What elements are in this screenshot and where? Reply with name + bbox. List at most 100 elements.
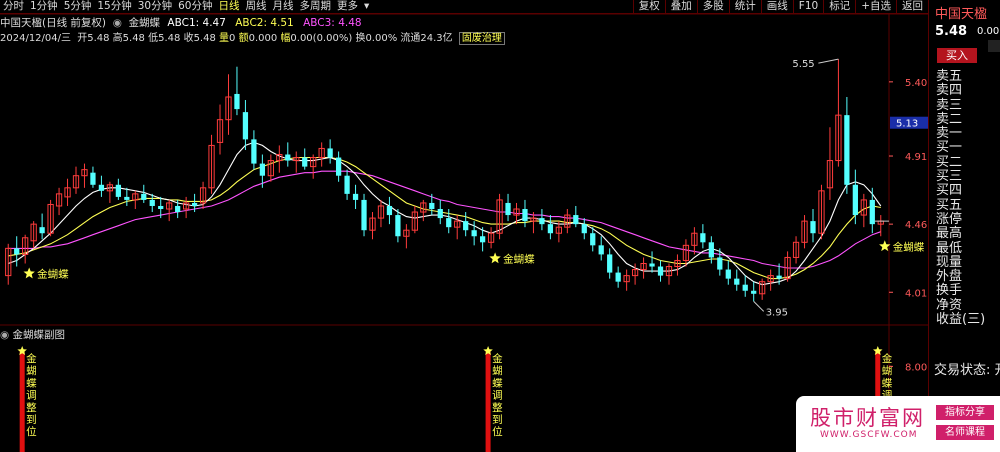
order-book-row: 买三 [936, 169, 963, 185]
tab-15min[interactable]: 15分钟 [94, 0, 134, 13]
float-value: 24.3亿 [420, 33, 453, 44]
candle-body [318, 147, 325, 159]
candle-body [225, 96, 232, 121]
candle-body [573, 215, 579, 225]
y-axis-tick-label: 4.46 [905, 220, 927, 231]
candle-body [674, 259, 681, 268]
candle-body [479, 236, 486, 243]
tab-more[interactable]: 更多 [334, 0, 361, 13]
stock-title: 中国天楹(日线 前复权) [0, 17, 107, 29]
sub-toggle-icon[interactable]: ◉ [0, 329, 9, 341]
candle-body [792, 241, 800, 258]
candle-body [852, 184, 858, 216]
tab-5min[interactable]: 5分钟 [61, 0, 95, 13]
order-book: 卖五 卖四 卖三 卖二 卖一 买一 买二 买三 买四 买五 涨停 最高 最低 现… [936, 69, 985, 327]
panel-scroll-up-icon[interactable] [988, 40, 1000, 52]
order-book-row: 净资 [936, 297, 963, 313]
price-marker-label: 5.13 [896, 119, 918, 130]
tab-monthly[interactable]: 月线 [270, 0, 297, 13]
adjust-button[interactable]: 复权 [632, 0, 665, 13]
candle-body [285, 154, 291, 161]
candle-body [471, 230, 477, 237]
abc1-label: ABC1: [167, 17, 200, 29]
indicator-toggle-icon[interactable]: ◉ [109, 17, 125, 29]
order-book-row: 最高 [936, 226, 963, 242]
price-marker [890, 116, 928, 129]
candle-body [259, 163, 265, 176]
candle-body [208, 144, 215, 189]
candle-body [183, 202, 190, 210]
watermark-brand: 股市财富网 [810, 406, 925, 430]
mark-button[interactable]: 标记 [823, 0, 855, 13]
more-dropdown-icon[interactable]: ▾ [361, 0, 372, 13]
signal-text-char: 蝶 [26, 376, 37, 389]
candle-body [115, 184, 121, 197]
candle-body [47, 203, 54, 234]
tab-daily[interactable]: 日线 [216, 0, 243, 13]
statistics-button[interactable]: 统计 [728, 0, 761, 13]
signal-marker-icon [17, 346, 27, 355]
signal-text-char: 到 [492, 414, 503, 426]
signal-text-char: 蝶 [492, 376, 503, 389]
high-label: 高 [112, 33, 123, 44]
back-button[interactable]: 返回 [896, 0, 928, 13]
tab-60min[interactable]: 60分钟 [175, 0, 215, 13]
candle-body [191, 202, 198, 206]
candle-body [386, 205, 393, 216]
candle-body [90, 172, 96, 185]
panel-change: 0.00 [977, 26, 1000, 37]
sector-tag[interactable]: 固废治理 [458, 32, 505, 45]
chart-toolbar: 分时 1分钟 5分钟 15分钟 30分钟 60分钟 日线 周线 月线 多周期 更… [0, 0, 928, 14]
open-label: 开 [77, 33, 88, 44]
candle-body [607, 254, 613, 273]
candle-body [81, 169, 88, 177]
candle-body [539, 218, 545, 225]
overlay-button[interactable]: 叠加 [664, 0, 697, 13]
candle-body [844, 115, 850, 185]
candle-body [623, 275, 630, 283]
candle-body [742, 284, 748, 291]
candle-body [700, 233, 706, 243]
signal-text-char: 位 [26, 425, 37, 438]
candle-body [454, 220, 461, 228]
abc1-line [8, 141, 882, 286]
signal-text-char: 整 [492, 401, 503, 414]
f10-button[interactable]: F10 [792, 0, 823, 13]
tab-intraday[interactable]: 分时 [0, 0, 27, 13]
signal-star-icon [489, 252, 501, 264]
signal-label: 金蝴蝶 [37, 268, 69, 281]
candle-body [149, 199, 155, 206]
sub-y-axis-tick-label: 8.00 [905, 362, 927, 373]
candle-body [361, 199, 367, 231]
candle-body [649, 263, 655, 267]
candle-body [818, 190, 825, 234]
candle-body [429, 202, 435, 210]
order-book-row: 卖三 [936, 97, 963, 113]
turnover-value: 0.00% [365, 33, 398, 44]
amount-value: 0.000 [248, 33, 278, 44]
date-value: 2024/12/04/三 [0, 33, 72, 44]
candle-body [581, 224, 587, 234]
signal-star-icon [879, 240, 891, 252]
buy-button[interactable]: 买入 [937, 48, 977, 63]
watermark-logo: 股市财富网 WWW.GSCFW.COM 指标分享 名师课程 [796, 396, 1000, 452]
signal-text-char: 到 [26, 414, 37, 426]
tab-multi-period[interactable]: 多周期 [297, 0, 335, 13]
tab-30min[interactable]: 30分钟 [135, 0, 175, 13]
candle-body [141, 193, 147, 200]
tab-1min[interactable]: 1分钟 [27, 0, 61, 13]
candle-body [132, 193, 139, 201]
price-chart[interactable]: 金蝴蝶金蝴蝶金蝴蝶 5.404.914.464.015.135.553.95 金… [0, 0, 928, 452]
candle-body [352, 193, 359, 200]
candle-body [411, 211, 418, 231]
draw-line-button[interactable]: 画线 [760, 0, 793, 13]
order-book-row: 换手 [936, 283, 963, 299]
trade-status: 交易状态: 开 [934, 363, 1000, 378]
indicator-line: 中国天楹(日线 前复权) ◉ 金蝴蝶 ABC1: 4.47 ABC2: 4.51… [0, 15, 362, 29]
close-label: 收 [183, 33, 194, 44]
candle-body [302, 157, 308, 167]
add-watchlist-button[interactable]: +自选 [855, 0, 896, 13]
candle-body [555, 226, 562, 234]
tab-weekly[interactable]: 周线 [243, 0, 270, 13]
multi-stock-button[interactable]: 多股 [696, 0, 729, 13]
